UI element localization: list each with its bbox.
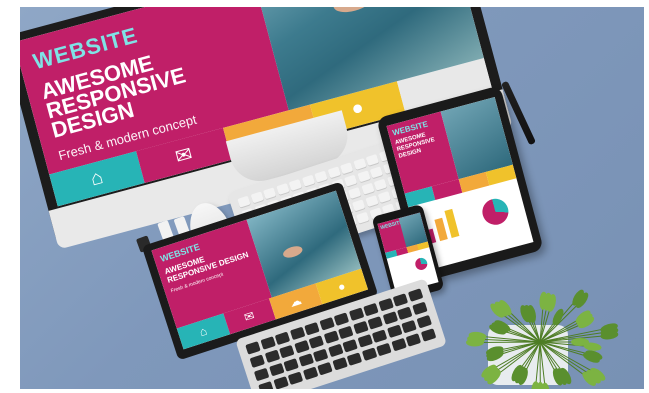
laptop-key	[376, 342, 392, 357]
keyboard-key	[275, 183, 290, 196]
keyboard-key	[356, 170, 371, 183]
laptop-key	[357, 334, 373, 348]
keyboard-key	[369, 166, 383, 179]
laptop-key	[293, 340, 310, 354]
keyboard-key	[365, 153, 379, 166]
laptop-key	[416, 315, 432, 329]
laptop-key	[401, 319, 417, 334]
laptop-key	[386, 324, 403, 339]
laptop-key	[308, 335, 325, 349]
laptop-key	[289, 326, 305, 341]
keyboard-key	[356, 211, 370, 224]
keyboard-key	[301, 174, 315, 187]
laptop-key	[407, 288, 423, 302]
laptop-key	[274, 331, 291, 346]
keyboard-key	[344, 174, 358, 187]
laptop-key	[287, 371, 304, 386]
keyboard-key	[352, 199, 366, 212]
laptop-key	[367, 316, 383, 330]
keyboard-key	[327, 166, 341, 179]
laptop-key	[279, 344, 295, 359]
laptop-key	[405, 333, 422, 347]
keyboard-key	[250, 191, 264, 204]
laptop-key	[298, 353, 314, 367]
laptop-key	[348, 307, 364, 322]
laptop-key	[268, 362, 285, 377]
laptop-key	[396, 306, 413, 321]
laptop-key	[363, 302, 379, 317]
laptop-key	[382, 311, 398, 325]
laptop-key	[259, 336, 276, 350]
tablet-pie-chart	[479, 195, 512, 228]
laptop-key	[304, 321, 320, 336]
laptop-key	[264, 349, 280, 364]
laptop-key	[371, 329, 388, 343]
desk-scene: WEBSITE AWESOME RESPONSIVE DESIGN Fresh …	[20, 7, 644, 389]
laptop-key	[245, 341, 261, 355]
laptop-key	[361, 347, 377, 362]
laptop-key	[331, 357, 348, 371]
keyboard-key	[377, 191, 391, 204]
laptop-key	[346, 352, 363, 366]
laptop-key	[333, 312, 350, 326]
keyboard-key	[348, 187, 362, 199]
keyboard-key	[360, 182, 375, 195]
keyboard-key	[373, 178, 387, 191]
laptop-key	[302, 366, 318, 381]
laptop-key	[420, 328, 436, 342]
laptop-key	[323, 330, 339, 345]
keyboard-key	[314, 170, 328, 183]
plant-leaf	[531, 381, 540, 389]
laptop-key	[249, 354, 266, 368]
laptop-key	[317, 361, 333, 376]
keyboard-key	[288, 178, 302, 191]
laptop-key	[338, 325, 354, 340]
laptop-key	[312, 348, 329, 363]
laptop-key	[258, 381, 274, 389]
keyboard-key	[340, 162, 354, 175]
laptop-key	[253, 367, 270, 382]
laptop-key	[390, 337, 407, 352]
laptop-key	[377, 298, 394, 312]
keyboard-key	[364, 195, 379, 208]
laptop-key	[272, 376, 289, 389]
laptop-key	[327, 343, 344, 358]
laptop-key	[352, 320, 369, 335]
laptop-key	[392, 293, 409, 307]
keyboard-key	[262, 187, 277, 200]
keyboard-key	[352, 158, 367, 171]
laptop-key	[283, 358, 299, 372]
laptop-key	[342, 339, 358, 353]
plant	[466, 289, 619, 389]
keyboard-key	[237, 195, 251, 208]
laptop-key	[411, 301, 428, 316]
laptop-key	[318, 317, 335, 331]
